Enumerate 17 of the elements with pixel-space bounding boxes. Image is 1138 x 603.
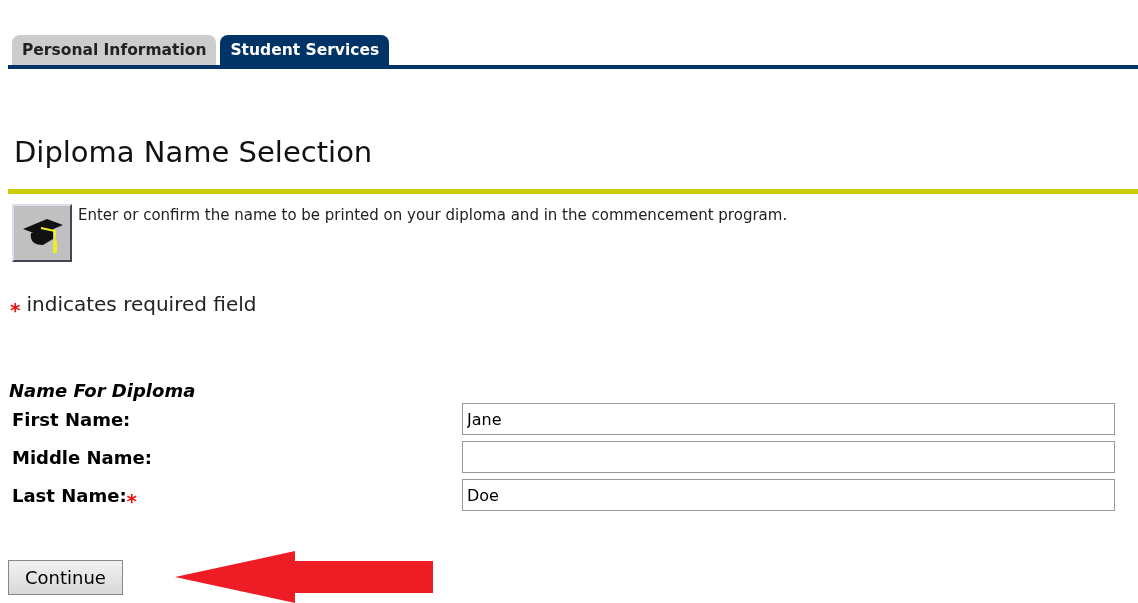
field-label: Middle Name: (12, 446, 152, 468)
page-title: Diploma Name Selection (14, 135, 373, 169)
field-label: Last Name: (12, 484, 127, 506)
tab[interactable]: Personal Information (12, 35, 217, 65)
name-input[interactable]: Jane (462, 403, 1115, 435)
required-note: indicates required field (26, 292, 257, 316)
instruction-text: Enter or confirm the name to be printed on your diploma and in the commencement program. (78, 206, 788, 224)
tab[interactable]: Student Services (220, 35, 390, 65)
required-asterisk: * (10, 298, 21, 322)
graduation-cap-icon (12, 204, 72, 262)
name-input[interactable] (462, 441, 1115, 473)
section-heading: Name For Diploma (9, 380, 196, 401)
arrow-icon (174, 551, 435, 603)
required-asterisk: * (126, 489, 138, 513)
continue-button[interactable]: Continue (8, 559, 123, 595)
field-label: First Name: (12, 408, 131, 430)
name-input[interactable]: Doe (462, 479, 1115, 511)
